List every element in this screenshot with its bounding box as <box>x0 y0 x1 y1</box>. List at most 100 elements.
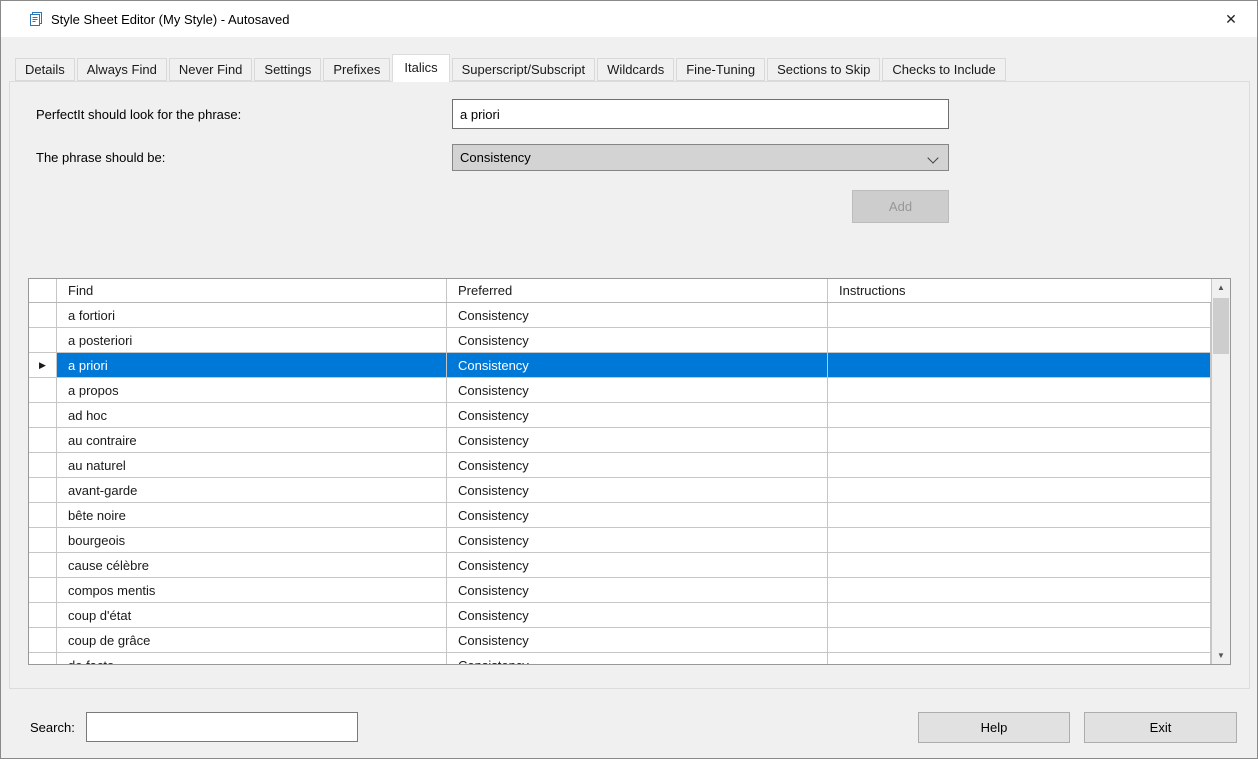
cell-preferred: Consistency <box>447 578 828 602</box>
cell-instructions <box>828 378 1211 402</box>
tab-prefixes[interactable]: Prefixes <box>323 58 390 81</box>
cell-find: bourgeois <box>57 528 447 552</box>
cell-instructions <box>828 603 1211 627</box>
help-button[interactable]: Help <box>918 712 1070 743</box>
exit-button[interactable]: Exit <box>1084 712 1237 743</box>
cell-find: bête noire <box>57 503 447 527</box>
row-gutter-cell <box>29 453 57 477</box>
cell-find: au contraire <box>57 428 447 452</box>
tab-strip: DetailsAlways FindNever FindSettingsPref… <box>15 54 1008 82</box>
tab-sections-to-skip[interactable]: Sections to Skip <box>767 58 880 81</box>
table-row[interactable]: a posterioriConsistency <box>29 328 1211 353</box>
cell-instructions <box>828 503 1211 527</box>
cell-preferred: Consistency <box>447 453 828 477</box>
row-gutter-cell <box>29 503 57 527</box>
column-header-instructions[interactable]: Instructions <box>828 279 1211 302</box>
table-scrollbar[interactable]: ▲ ▼ <box>1211 279 1230 664</box>
cell-preferred: Consistency <box>447 303 828 327</box>
row-gutter-cell <box>29 628 57 652</box>
tab-wildcards[interactable]: Wildcards <box>597 58 674 81</box>
cell-instructions <box>828 453 1211 477</box>
cell-instructions <box>828 303 1211 327</box>
column-header-find[interactable]: Find <box>57 279 447 302</box>
phrase-input[interactable] <box>452 99 949 129</box>
table-row[interactable]: coup de grâceConsistency <box>29 628 1211 653</box>
cell-preferred: Consistency <box>447 478 828 502</box>
cell-instructions <box>828 653 1211 664</box>
scroll-down-button[interactable]: ▼ <box>1212 647 1230 664</box>
cell-preferred: Consistency <box>447 528 828 552</box>
tab-details[interactable]: Details <box>15 58 75 81</box>
table-row[interactable]: au contraireConsistency <box>29 428 1211 453</box>
cell-preferred: Consistency <box>447 403 828 427</box>
row-gutter-cell <box>29 378 57 402</box>
cell-preferred: Consistency <box>447 328 828 352</box>
table-row[interactable]: bourgeoisConsistency <box>29 528 1211 553</box>
cell-preferred: Consistency <box>447 603 828 627</box>
tab-italics[interactable]: Italics <box>392 54 449 82</box>
cell-preferred: Consistency <box>447 378 828 402</box>
phrase-table: FindPreferredInstructions a fortioriCons… <box>28 278 1231 665</box>
tab-fine-tuning[interactable]: Fine-Tuning <box>676 58 765 81</box>
close-button[interactable]: ✕ <box>1211 5 1251 33</box>
table-row[interactable]: coup d'étatConsistency <box>29 603 1211 628</box>
phrase-label: PerfectIt should look for the phrase: <box>36 99 241 129</box>
window-title: Style Sheet Editor (My Style) - Autosave… <box>51 12 289 27</box>
style-sheet-editor-window: Style Sheet Editor (My Style) - Autosave… <box>0 0 1258 759</box>
phrase-type-dropdown[interactable]: Consistency <box>452 144 949 171</box>
cell-preferred: Consistency <box>447 653 828 664</box>
table-row[interactable]: a proposConsistency <box>29 378 1211 403</box>
row-gutter-cell <box>29 553 57 577</box>
cell-preferred: Consistency <box>447 628 828 652</box>
cell-instructions <box>828 403 1211 427</box>
close-icon: ✕ <box>1225 11 1237 28</box>
table-row[interactable]: ▶a prioriConsistency <box>29 353 1211 378</box>
cell-preferred: Consistency <box>447 503 828 527</box>
tab-always-find[interactable]: Always Find <box>77 58 167 81</box>
row-gutter-cell <box>29 603 57 627</box>
cell-find: cause célèbre <box>57 553 447 577</box>
cell-preferred: Consistency <box>447 353 828 377</box>
table-row[interactable]: a fortioriConsistency <box>29 303 1211 328</box>
table-row[interactable]: cause célèbreConsistency <box>29 553 1211 578</box>
cell-find: a posteriori <box>57 328 447 352</box>
cell-instructions <box>828 328 1211 352</box>
table-row[interactable]: bête noireConsistency <box>29 503 1211 528</box>
table-row[interactable]: de factoConsistency <box>29 653 1211 664</box>
tab-settings[interactable]: Settings <box>254 58 321 81</box>
dropdown-selected-value: Consistency <box>460 150 531 165</box>
scrollbar-thumb[interactable] <box>1213 298 1229 354</box>
row-gutter-cell <box>29 578 57 602</box>
table-row[interactable]: ad hocConsistency <box>29 403 1211 428</box>
cell-find: compos mentis <box>57 578 447 602</box>
search-input[interactable] <box>86 712 358 742</box>
cell-find: coup d'état <box>57 603 447 627</box>
row-gutter-cell <box>29 303 57 327</box>
table-row[interactable]: avant-gardeConsistency <box>29 478 1211 503</box>
scroll-up-icon: ▲ <box>1217 283 1225 292</box>
cell-find: coup de grâce <box>57 628 447 652</box>
row-gutter-cell <box>29 403 57 427</box>
gutter-header-cell <box>29 279 57 302</box>
tab-never-find[interactable]: Never Find <box>169 58 253 81</box>
row-selector-cell: ▶ <box>29 353 57 377</box>
cell-find: a fortiori <box>57 303 447 327</box>
titlebar[interactable]: Style Sheet Editor (My Style) - Autosave… <box>1 1 1257 37</box>
cell-instructions <box>828 528 1211 552</box>
cell-preferred: Consistency <box>447 553 828 577</box>
scroll-up-button[interactable]: ▲ <box>1212 279 1230 296</box>
tab-superscript-subscript[interactable]: Superscript/Subscript <box>452 58 596 81</box>
tab-page-italics: PerfectIt should look for the phrase: Th… <box>9 81 1250 689</box>
cell-instructions <box>828 353 1211 377</box>
row-gutter-cell <box>29 528 57 552</box>
cell-find: a priori <box>57 353 447 377</box>
row-gutter-cell <box>29 428 57 452</box>
cell-instructions <box>828 628 1211 652</box>
cell-find: au naturel <box>57 453 447 477</box>
add-button[interactable]: Add <box>852 190 949 223</box>
table-header: FindPreferredInstructions <box>29 279 1211 303</box>
column-header-preferred[interactable]: Preferred <box>447 279 828 302</box>
tab-checks-to-include[interactable]: Checks to Include <box>882 58 1005 81</box>
table-row[interactable]: au naturelConsistency <box>29 453 1211 478</box>
table-row[interactable]: compos mentisConsistency <box>29 578 1211 603</box>
